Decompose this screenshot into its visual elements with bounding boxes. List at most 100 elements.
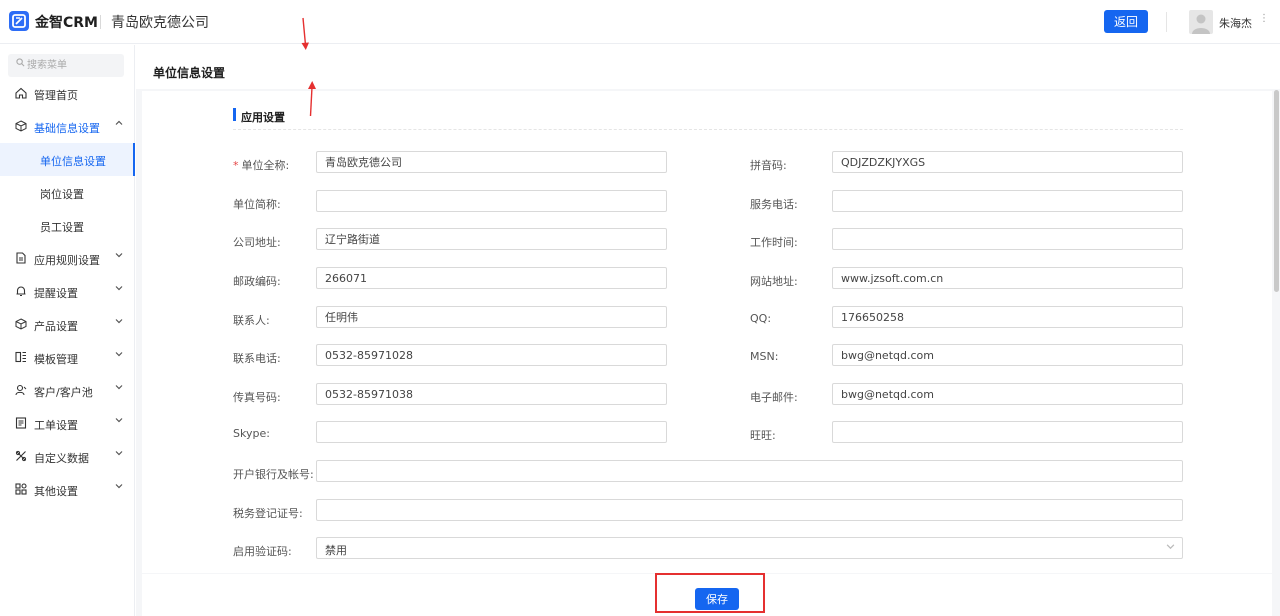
cube-icon: [15, 120, 27, 132]
chevron-down-icon: [115, 383, 123, 394]
captcha-select[interactable]: 禁用: [316, 537, 1183, 559]
form-footer: 保存: [142, 574, 1272, 616]
contact-phone-label: 联系电话:: [233, 352, 281, 365]
custom-icon: [15, 450, 27, 462]
sidebar-item-label: 应用规则设置: [34, 254, 100, 267]
unit-short-name-label: 单位简称:: [233, 198, 281, 211]
postal-code-input[interactable]: [316, 267, 667, 289]
sidebar-item-customers[interactable]: 客户/客户池: [0, 374, 134, 407]
chevron-down-icon: [115, 449, 123, 460]
qq-label: QQ:: [750, 312, 772, 325]
contact-phone-input[interactable]: [316, 344, 667, 366]
chevron-down-icon: [1166, 542, 1175, 554]
website-label: 网站地址:: [750, 275, 798, 288]
company-address-input[interactable]: [316, 228, 667, 250]
bank-account-input[interactable]: [316, 460, 1183, 482]
wangwang-input[interactable]: [832, 421, 1183, 443]
avatar[interactable]: [1189, 10, 1213, 34]
user-menu-caret-icon[interactable]: ⋮: [1259, 13, 1269, 24]
tax-id-label: 税务登记证号:: [233, 507, 303, 520]
required-mark: *: [233, 159, 239, 172]
sidebar-item-tickets[interactable]: 工单设置: [0, 407, 134, 440]
customer-icon: [15, 384, 27, 396]
sidebar-item-custom-data[interactable]: 自定义数据: [0, 440, 134, 473]
tax-id-input[interactable]: [316, 499, 1183, 521]
sidebar-item-label: 提醒设置: [34, 287, 78, 300]
contact-input[interactable]: [316, 306, 667, 328]
email-input[interactable]: [832, 383, 1183, 405]
menu-search-input[interactable]: [27, 57, 119, 74]
skype-label: Skype:: [233, 427, 270, 440]
wangwang-label: 旺旺:: [750, 429, 776, 442]
sidebar-subitem-employees[interactable]: 员工设置: [0, 209, 135, 242]
search-icon: [16, 58, 25, 70]
save-button[interactable]: 保存: [695, 588, 739, 610]
sidebar-subitem-positions[interactable]: 岗位设置: [0, 176, 135, 209]
pinyin-input[interactable]: [832, 151, 1183, 173]
main-content: 单位信息设置 应用设置 *单位全称: 拼音码: 单位简称: 服务电话: 公司地址…: [136, 45, 1280, 616]
work-hours-input[interactable]: [832, 228, 1183, 250]
section-title: 应用设置: [241, 111, 285, 124]
sidebar-item-templates[interactable]: 模板管理: [0, 341, 134, 374]
sidebar-item-home[interactable]: 管理首页: [0, 77, 134, 110]
company-address-label: 公司地址:: [233, 236, 281, 249]
unit-full-name-input[interactable]: [316, 151, 667, 173]
sidebar-subitem-label: 岗位设置: [40, 188, 84, 201]
service-phone-label: 服务电话:: [750, 198, 798, 211]
service-phone-input[interactable]: [832, 190, 1183, 212]
sidebar-item-app-rules[interactable]: 应用规则设置: [0, 242, 134, 275]
settings-panel: 应用设置 *单位全称: 拼音码: 单位简称: 服务电话: 公司地址: 工作时间:…: [142, 91, 1272, 573]
sidebar-item-label: 管理首页: [34, 89, 78, 102]
chevron-down-icon: [115, 317, 123, 328]
unit-short-name-input[interactable]: [316, 190, 667, 212]
bank-account-label: 开户银行及帐号:: [233, 468, 314, 481]
msn-input[interactable]: [832, 344, 1183, 366]
website-input[interactable]: [832, 267, 1183, 289]
sidebar-item-label: 客户/客户池: [34, 386, 93, 399]
sidebar-item-reminders[interactable]: 提醒设置: [0, 275, 134, 308]
skype-input[interactable]: [316, 421, 667, 443]
sidebar-item-label: 模板管理: [34, 353, 78, 366]
chevron-down-icon: [115, 284, 123, 295]
brand-name: 金智CRM: [35, 15, 98, 31]
template-icon: [15, 351, 27, 363]
brand-divider: [100, 15, 101, 29]
sidebar-item-other[interactable]: 其他设置: [0, 473, 134, 506]
page-scrollbar[interactable]: [1274, 90, 1279, 292]
back-button[interactable]: 返回: [1104, 10, 1148, 33]
unit-full-name-label: * 单位全称:: [233, 159, 290, 172]
qq-input[interactable]: [832, 306, 1183, 328]
sidebar-subitem-label: 单位信息设置: [40, 155, 106, 168]
captcha-label: 启用验证码:: [233, 545, 292, 558]
sidebar-item-basic-info[interactable]: 基础信息设置: [0, 110, 134, 143]
chevron-down-icon: [115, 416, 123, 427]
top-header: 金智CRM 青岛欧克德公司 返回 朱海杰 ⋮: [0, 0, 1280, 44]
bell-icon: [15, 285, 27, 297]
sidebar-item-products[interactable]: 产品设置: [0, 308, 134, 341]
sidebar-subitem-label: 员工设置: [40, 221, 84, 234]
sidebar: 管理首页 基础信息设置 单位信息设置 岗位设置 员工设置 应用规则设置 提醒设置: [0, 45, 135, 616]
user-name[interactable]: 朱海杰: [1219, 15, 1252, 31]
email-label: 电子邮件:: [750, 391, 798, 404]
captcha-select-value: 禁用: [325, 544, 347, 557]
pinyin-label: 拼音码:: [750, 159, 787, 172]
cube-icon: [15, 318, 27, 330]
fax-label: 传真号码:: [233, 391, 281, 404]
header-divider: [1166, 12, 1167, 32]
fax-input[interactable]: [316, 383, 667, 405]
ticket-icon: [15, 417, 27, 429]
contact-label: 联系人:: [233, 314, 270, 327]
menu-search[interactable]: [8, 54, 124, 77]
document-icon: [15, 252, 27, 264]
chevron-up-icon: [115, 119, 123, 130]
sidebar-item-label: 自定义数据: [34, 452, 89, 465]
home-icon: [15, 87, 27, 99]
chevron-down-icon: [115, 482, 123, 493]
msn-label: MSN:: [750, 350, 779, 363]
sidebar-item-label: 产品设置: [34, 320, 78, 333]
page-title: 单位信息设置: [153, 66, 226, 80]
section-divider: [233, 129, 1183, 130]
sidebar-item-label: 其他设置: [34, 485, 78, 498]
sidebar-subitem-unit-info[interactable]: 单位信息设置: [0, 143, 135, 176]
chevron-down-icon: [115, 251, 123, 262]
